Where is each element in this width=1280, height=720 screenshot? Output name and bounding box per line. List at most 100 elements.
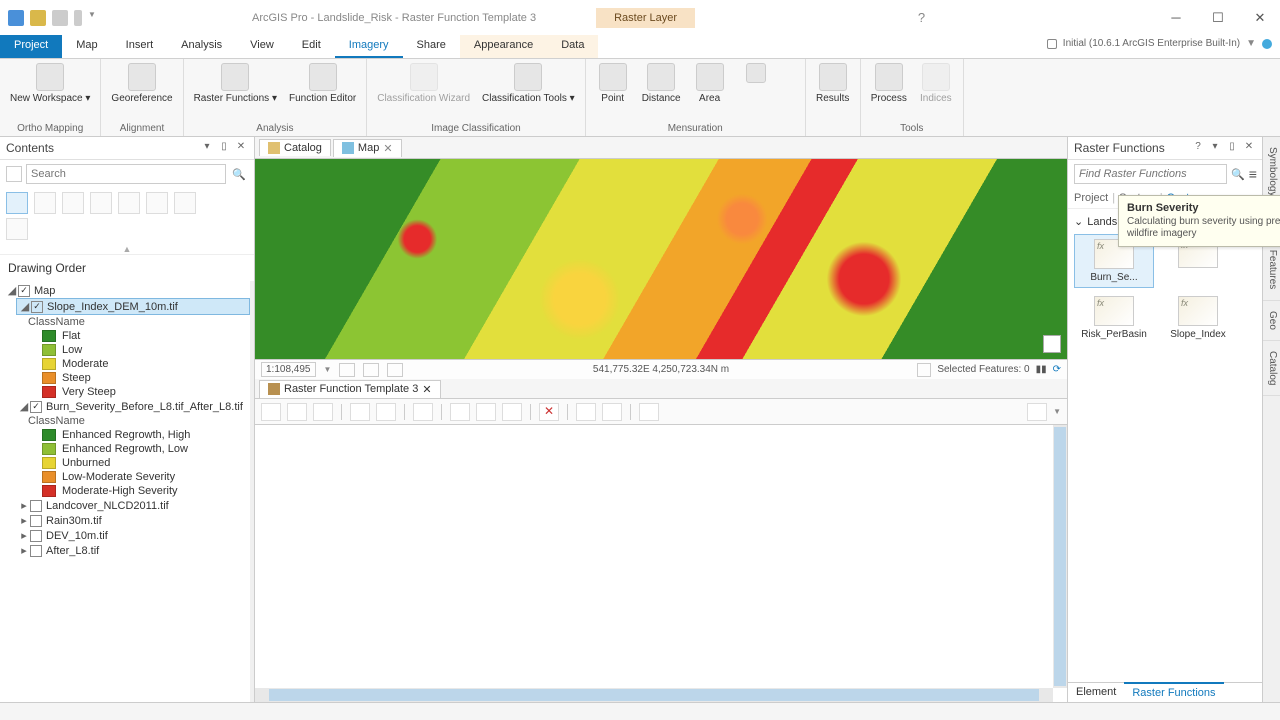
- expand-icon[interactable]: ▸: [18, 529, 30, 542]
- autohide-icon[interactable]: ▯: [217, 141, 231, 155]
- rft-tool-button[interactable]: [376, 403, 396, 421]
- status-btn[interactable]: [363, 363, 379, 377]
- list-by-snapping-button[interactable]: [118, 192, 140, 214]
- search-icon[interactable]: 🔍: [1231, 168, 1245, 181]
- tab-rft-template[interactable]: Raster Function Template 3✕: [259, 380, 441, 398]
- expand-icon[interactable]: ▸: [18, 514, 30, 527]
- area-button[interactable]: Area: [689, 61, 731, 106]
- checkbox[interactable]: [30, 500, 42, 512]
- list-by-source-button[interactable]: [34, 192, 56, 214]
- list-by-drawing-order-button[interactable]: [6, 192, 28, 214]
- tab-analysis[interactable]: Analysis: [167, 35, 236, 58]
- collapse-icon[interactable]: ◢: [19, 300, 31, 313]
- minimize-button[interactable]: ─: [1156, 4, 1196, 32]
- rf-item-risk-perbasin[interactable]: Risk_PerBasin: [1074, 292, 1154, 344]
- save-icon[interactable]: [8, 10, 24, 26]
- map-node[interactable]: ◢ ✓ Map: [4, 283, 250, 298]
- status-btn[interactable]: [387, 363, 403, 377]
- search-icon[interactable]: 🔍: [230, 168, 248, 181]
- rft-tool-button[interactable]: [413, 403, 433, 421]
- pause-icon[interactable]: ▮▮: [1036, 364, 1047, 375]
- help-icon[interactable]: ?: [1191, 141, 1205, 155]
- rft-tool-button[interactable]: [476, 403, 496, 421]
- indices-button[interactable]: Indices: [915, 61, 957, 106]
- rft-canvas[interactable]: [255, 425, 1067, 702]
- horizontal-scrollbar[interactable]: [255, 688, 1053, 702]
- help-icon[interactable]: ?: [918, 10, 925, 25]
- checkbox[interactable]: [30, 515, 42, 527]
- list-by-editing-button[interactable]: [90, 192, 112, 214]
- filter-icon[interactable]: [6, 166, 22, 182]
- tab-map[interactable]: Map: [62, 35, 111, 58]
- open-icon[interactable]: [30, 10, 46, 26]
- tab-insert[interactable]: Insert: [112, 35, 168, 58]
- refresh-icon[interactable]: ⟳: [1053, 364, 1061, 375]
- rft-tool-button[interactable]: [287, 403, 307, 421]
- tab-catalog[interactable]: Catalog: [259, 139, 331, 156]
- dropdown-icon[interactable]: ▼: [88, 10, 104, 26]
- close-icon[interactable]: ✕: [422, 383, 431, 396]
- process-button[interactable]: Process: [867, 61, 911, 106]
- mensuration-more-button[interactable]: [735, 61, 777, 87]
- tab-appearance[interactable]: Appearance: [460, 35, 547, 58]
- raster-functions-button[interactable]: Raster Functions ▾: [190, 61, 281, 106]
- rf-search-input[interactable]: [1074, 164, 1227, 184]
- redo-icon[interactable]: [52, 10, 68, 26]
- georeference-button[interactable]: Georeference: [107, 61, 176, 106]
- point-button[interactable]: Point: [592, 61, 634, 106]
- vertical-scrollbar[interactable]: [1053, 425, 1067, 688]
- tab-data[interactable]: Data: [547, 35, 598, 58]
- close-button[interactable]: ✕: [1240, 4, 1280, 32]
- layer-row[interactable]: ◢ ✓ Burn_Severity_Before_L8.tif_After_L8…: [16, 399, 250, 414]
- map-view[interactable]: [255, 159, 1067, 359]
- checkbox[interactable]: ✓: [31, 301, 43, 313]
- rft-tool-button[interactable]: [450, 403, 470, 421]
- collapse-icon[interactable]: ◢: [18, 400, 30, 413]
- rft-tool-button[interactable]: [261, 403, 281, 421]
- autohide-icon[interactable]: ▯: [1225, 141, 1239, 155]
- layer-row[interactable]: ◢ ✓ Slope_Index_DEM_10m.tif: [16, 298, 250, 315]
- close-icon[interactable]: ✕: [234, 141, 248, 155]
- toc-extra-button[interactable]: [6, 218, 28, 240]
- side-tab-geo[interactable]: Geo: [1263, 301, 1280, 341]
- new-workspace-button[interactable]: New Workspace ▾: [6, 61, 94, 106]
- footer-element[interactable]: Element: [1068, 683, 1124, 702]
- rft-tool-button[interactable]: [602, 403, 622, 421]
- scale-input[interactable]: 1:108,495: [261, 362, 316, 377]
- tab-view[interactable]: View: [236, 35, 288, 58]
- options-icon[interactable]: ≡: [1249, 166, 1257, 182]
- rf-item-slope-index[interactable]: Slope_Index: [1158, 292, 1238, 344]
- nav-icon[interactable]: [1043, 335, 1061, 353]
- rft-tool-button[interactable]: [1027, 403, 1047, 421]
- menu-icon[interactable]: ▾: [1208, 141, 1222, 155]
- footer-raster-functions[interactable]: Raster Functions: [1124, 682, 1223, 702]
- scope-project[interactable]: Project: [1074, 192, 1108, 204]
- menu-icon[interactable]: ▾: [200, 141, 214, 155]
- list-by-selection-button[interactable]: [62, 192, 84, 214]
- maximize-button[interactable]: ☐: [1198, 4, 1238, 32]
- expand-icon[interactable]: ▸: [18, 544, 30, 557]
- checkbox[interactable]: ✓: [30, 401, 42, 413]
- results-button[interactable]: Results: [812, 61, 854, 106]
- tab-map-view[interactable]: Map✕: [333, 139, 402, 157]
- layer-row[interactable]: ▸Landcover_NLCD2011.tif: [16, 498, 250, 513]
- collapse-icon[interactable]: ◢: [6, 284, 18, 297]
- undo-icon[interactable]: [74, 10, 82, 26]
- rft-tool-button[interactable]: [639, 403, 659, 421]
- close-icon[interactable]: ✕: [383, 142, 392, 155]
- list-by-chart-button[interactable]: [174, 192, 196, 214]
- rft-delete-button[interactable]: ✕: [539, 403, 559, 421]
- contents-search-input[interactable]: [26, 164, 226, 184]
- list-by-labeling-button[interactable]: [146, 192, 168, 214]
- close-icon[interactable]: ✕: [1242, 141, 1256, 155]
- snap-icon[interactable]: [917, 363, 931, 377]
- status-btn[interactable]: [339, 363, 355, 377]
- tab-edit[interactable]: Edit: [288, 35, 335, 58]
- classification-tools-button[interactable]: Classification Tools ▾: [478, 61, 579, 106]
- checkbox[interactable]: [30, 545, 42, 557]
- tab-project[interactable]: Project: [0, 35, 62, 58]
- tab-imagery[interactable]: Imagery: [335, 35, 403, 58]
- side-tab-catalog[interactable]: Catalog: [1263, 341, 1280, 396]
- map-canvas[interactable]: [255, 159, 1067, 359]
- checkbox[interactable]: ✓: [18, 285, 30, 297]
